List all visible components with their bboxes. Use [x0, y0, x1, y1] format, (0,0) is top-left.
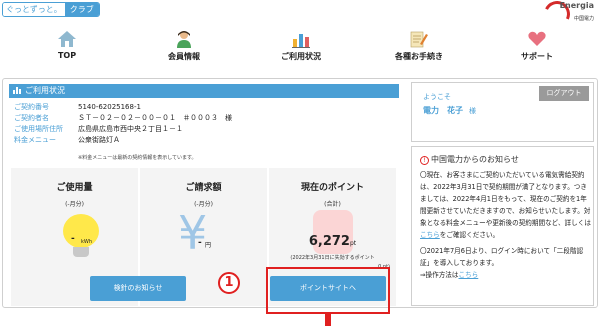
points-unit: pt: [349, 240, 357, 247]
brand-sub: 中国電力: [573, 16, 594, 22]
user-honorific: 様: [469, 107, 476, 115]
news-item-1: 〇現在、お客さまにご契約いただいている電気需給契約は、2022年3月31日で契約…: [420, 169, 592, 241]
bar-chart-icon: [292, 34, 310, 48]
bill-unit: 円: [205, 242, 212, 249]
nav-item-support[interactable]: サポート: [492, 28, 582, 68]
plan-row: 料金メニュー 公衆街路灯Ａ: [14, 135, 394, 146]
nav-label-support: サポート: [521, 52, 553, 61]
info-alert-icon: !: [420, 156, 429, 165]
points-value-line: 6,272pt: [269, 234, 396, 249]
contract-no-row: ご契約番号 5140-62025168-1: [14, 102, 394, 113]
usage-unit: kWh: [81, 239, 93, 245]
points-card-sub: (合計): [324, 201, 341, 208]
usage-section-title: ご利用状況: [25, 86, 65, 95]
news-title: 中国電力からのお知らせ: [431, 155, 519, 164]
yen-icon: ¥: [178, 206, 208, 260]
main-nav: TOP 会員情報 ご利用状況 各種お手続き サポート: [0, 28, 600, 68]
contract-name-value: ＳＴ－０２－０２－００－０１ ＃０００３ 様: [78, 114, 232, 122]
nav-item-procedures[interactable]: 各種お手続き: [374, 28, 464, 68]
usage-section-header: ご利用状況: [9, 84, 399, 98]
news-header: ! 中国電力からのお知らせ: [420, 154, 519, 165]
nav-item-top[interactable]: TOP: [22, 28, 112, 68]
usage-card-period: (-月分): [65, 201, 84, 208]
plan-note: ※料金メニューは最新の契約情報を表示しています。: [78, 155, 197, 161]
brand-name: Energia: [559, 1, 594, 10]
heart-icon: [528, 31, 546, 46]
news-item-3-link[interactable]: こちら: [459, 271, 479, 279]
usage-value: -: [71, 234, 75, 244]
user-name-line: 電力 花子様: [423, 105, 476, 116]
news-item-2: 〇2021年7月6日より、ログイン時において「二段階認証」を導入しております。 …: [420, 245, 592, 281]
news-item-1-link[interactable]: こちら: [420, 231, 440, 239]
address-value: 広島県広島市西中央２丁目１－１: [78, 125, 183, 133]
bill-value: -: [198, 238, 202, 248]
callout-number: 1: [218, 272, 240, 294]
logo-left-text: ぐっとずっと。: [3, 3, 65, 16]
header: ぐっとずっと。 クラブ Energia 中国電力: [0, 0, 600, 31]
news-item-2-text: 〇2021年7月6日より、ログイン時において「二段階認証」を導入しております。: [420, 247, 584, 267]
bill-card-title: ご請求額: [185, 183, 222, 193]
usage-card-title: ご使用量: [56, 183, 93, 193]
person-icon: [177, 31, 191, 48]
meter-reading-notice-button[interactable]: 検針のお知らせ: [90, 276, 186, 301]
nav-label-member: 会員情報: [168, 52, 200, 61]
address-label: ご使用場所住所: [14, 125, 63, 133]
points-expire-note: (2022年3月31日に失効するポイント: [290, 255, 375, 261]
plan-value: 公衆街路灯Ａ: [78, 136, 120, 144]
news-item-3-text: ⇒操作方法は: [420, 271, 459, 279]
usage-chart-icon: [13, 87, 21, 94]
point-site-button[interactable]: ポイントサイトへ: [270, 276, 386, 301]
home-icon: [58, 31, 76, 47]
energia-logo[interactable]: Energia 中国電力: [540, 0, 594, 31]
news-panel: ! 中国電力からのお知らせ 〇現在、お客さまにご契約いただいている電気需給契約は、…: [411, 146, 594, 306]
contract-no-value: 5140-62025168-1: [78, 103, 141, 111]
news-item-1-tail: をご確認ください。: [439, 231, 500, 239]
logo-right-text: クラブ: [64, 3, 99, 16]
points-card-title: 現在のポイント: [300, 183, 364, 193]
document-pen-icon: [410, 31, 428, 48]
callout-arrow: [325, 314, 331, 326]
nav-label-usage: ご利用状況: [281, 52, 321, 61]
lightbulb-icon: - kWh: [63, 214, 99, 258]
club-logo[interactable]: ぐっとずっと。 クラブ: [2, 2, 100, 17]
address-row: ご使用場所住所 広島県広島市西中央２丁目１－１: [14, 124, 394, 135]
points-value: 6,272: [308, 234, 350, 249]
plan-label: 料金メニュー: [14, 136, 56, 144]
logout-button[interactable]: ログアウト: [539, 86, 589, 101]
nav-label-procedures: 各種お手続き: [395, 52, 443, 61]
welcome-greeting: ようこそ: [423, 93, 451, 101]
nav-item-member[interactable]: 会員情報: [139, 28, 229, 68]
welcome-panel: ようこそ 電力 花子様 ログアウト: [411, 82, 594, 142]
nav-item-usage[interactable]: ご利用状況: [256, 28, 346, 68]
news-body: 〇現在、お客さまにご契約いただいている電気需給契約は、2022年3月31日で契約…: [420, 169, 592, 285]
contract-no-label: ご契約番号: [14, 103, 49, 111]
contract-name-label: ご契約者名: [14, 114, 49, 122]
nav-label-top: TOP: [57, 51, 77, 60]
contract-info: ご契約番号 5140-62025168-1 ご契約者名 ＳＴ－０２－０２－００－０１…: [14, 102, 394, 146]
news-item-1-text: 〇現在、お客さまにご契約いただいている電気需給契約は、2022年3月31日で契約…: [420, 171, 591, 227]
contract-name-row: ご契約者名 ＳＴ－０２－０２－００－０１ ＃０００３ 様: [14, 113, 394, 124]
user-name: 電力 花子: [423, 106, 463, 115]
